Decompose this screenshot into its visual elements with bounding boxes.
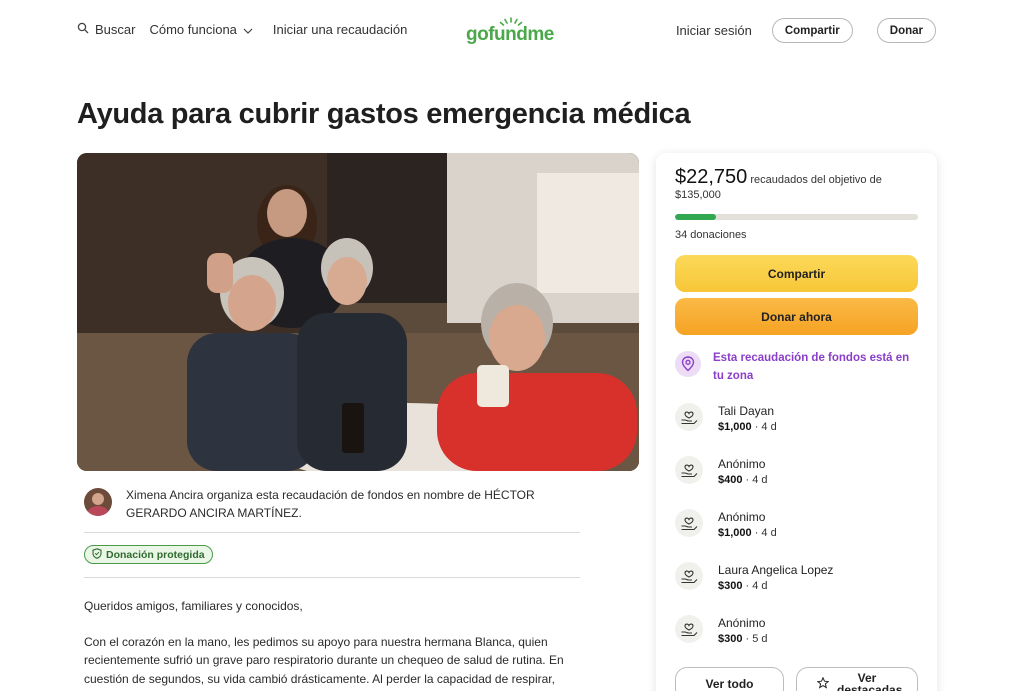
donor-item: Anónimo $300 · 5 d (675, 615, 915, 648)
progress-fill (675, 214, 716, 220)
raised-summary: $22,750 recaudados del objetivo de $135,… (675, 167, 920, 203)
signin-link[interactable]: Iniciar sesión (676, 23, 752, 38)
progress-bar (675, 214, 918, 220)
organizer-info: Ximena Ancira organiza esta recaudación … (84, 486, 554, 522)
donor-name: Anónimo (718, 616, 766, 630)
donor-amount: $400 (718, 474, 743, 486)
donor-amount: $1,000 (718, 527, 752, 539)
donor-amount: $1,000 (718, 421, 752, 433)
how-it-works-menu[interactable]: Cómo funciona (149, 22, 253, 37)
protected-donation-badge[interactable]: Donación protegida (84, 545, 213, 564)
shield-icon (92, 547, 106, 562)
donor-amount: $300 (718, 633, 743, 645)
story-paragraph: Con el corazón en la mano, les pedimos s… (84, 634, 564, 686)
donor-item: Tali Dayan $1,000 · 4 d (675, 403, 915, 436)
donor-time: · 4 d (742, 580, 768, 592)
nav-right: Iniciar sesión Compartir Donar (676, 18, 936, 43)
donor-meta: $1,000 · 4 d (718, 525, 777, 542)
zone-notice[interactable]: Esta recaudación de fondos está en tu zo… (675, 349, 920, 385)
donor-name: Anónimo (718, 510, 766, 524)
donor-item: Anónimo $400 · 4 d (675, 456, 915, 489)
divider (84, 532, 580, 533)
donate-header-button[interactable]: Donar (876, 18, 936, 43)
share-button[interactable]: Compartir (675, 255, 918, 292)
raised-amount: $22,750 (675, 166, 748, 188)
goal-amount: $135,000 (675, 189, 721, 201)
badge-label: Donación protegida (106, 548, 205, 561)
story-paragraph: Queridos amigos, familiares y conocidos, (84, 599, 303, 613)
see-top-button[interactable]: Ver destacadas (796, 667, 918, 691)
donation-hand-icon (675, 562, 703, 590)
donation-hand-icon (675, 403, 703, 431)
campaign-story: Queridos amigos, familiares y conocidos,… (84, 597, 574, 691)
donate-now-button[interactable]: Donar ahora (675, 298, 918, 335)
donor-meta: $300 · 5 d (718, 631, 768, 648)
campaign-photo-image (77, 153, 639, 471)
star-icon (816, 676, 837, 691)
donation-hand-icon (675, 456, 703, 484)
donor-name: Tali Dayan (718, 404, 775, 418)
donor-meta: $300 · 4 d (718, 578, 833, 595)
campaign-photo[interactable] (77, 153, 639, 471)
search-label: Buscar (95, 22, 136, 37)
donations-count: 34 donaciones (675, 229, 747, 241)
donor-name: Anónimo (718, 457, 766, 471)
donor-time: · 4 d (742, 474, 768, 486)
donation-card: $22,750 recaudados del objetivo de $135,… (656, 153, 937, 691)
donor-time: · 5 d (742, 633, 768, 645)
organizer-avatar[interactable] (84, 488, 112, 516)
donor-item: Anónimo $1,000 · 4 d (675, 509, 915, 542)
chevron-down-icon (237, 22, 253, 37)
raised-suffix: recaudados del objetivo de (750, 174, 882, 186)
donor-time: · 4 d (751, 527, 777, 539)
donor-meta: $400 · 4 d (718, 472, 768, 489)
how-it-works-label: Cómo funciona (149, 22, 237, 37)
donor-time: · 4 d (751, 421, 777, 433)
gofundme-logo[interactable]: gofundme (466, 16, 556, 46)
donor-amount: $300 (718, 580, 743, 592)
organizer-text: Ximena Ancira organiza esta recaudación … (126, 488, 535, 520)
search-link[interactable]: Buscar (77, 22, 135, 37)
donation-hand-icon (675, 509, 703, 537)
donation-hand-icon (675, 615, 703, 643)
nav-left: Buscar Cómo funciona Iniciar una recauda… (77, 22, 407, 37)
location-pin-icon (675, 351, 701, 377)
start-fundraiser-link[interactable]: Iniciar una recaudación (273, 22, 407, 37)
see-top-label: Ver destacadas (837, 671, 903, 691)
donor-name: Laura Angelica Lopez (718, 563, 834, 577)
top-header: Buscar Cómo funciona Iniciar una recauda… (0, 0, 1024, 62)
share-header-button[interactable]: Compartir (771, 18, 853, 43)
see-all-button[interactable]: Ver todo (675, 667, 784, 691)
logo-text: gofundme (466, 24, 554, 45)
donor-meta: $1,000 · 4 d (718, 419, 777, 436)
divider (84, 577, 580, 578)
zone-text: Esta recaudación de fondos está en tu zo… (713, 352, 910, 382)
donor-item: Laura Angelica Lopez $300 · 4 d (675, 562, 915, 595)
search-icon (77, 22, 95, 37)
start-fundraiser-label: Iniciar una recaudación (272, 22, 408, 37)
campaign-title: Ayuda para cubrir gastos emergencia médi… (77, 98, 691, 130)
